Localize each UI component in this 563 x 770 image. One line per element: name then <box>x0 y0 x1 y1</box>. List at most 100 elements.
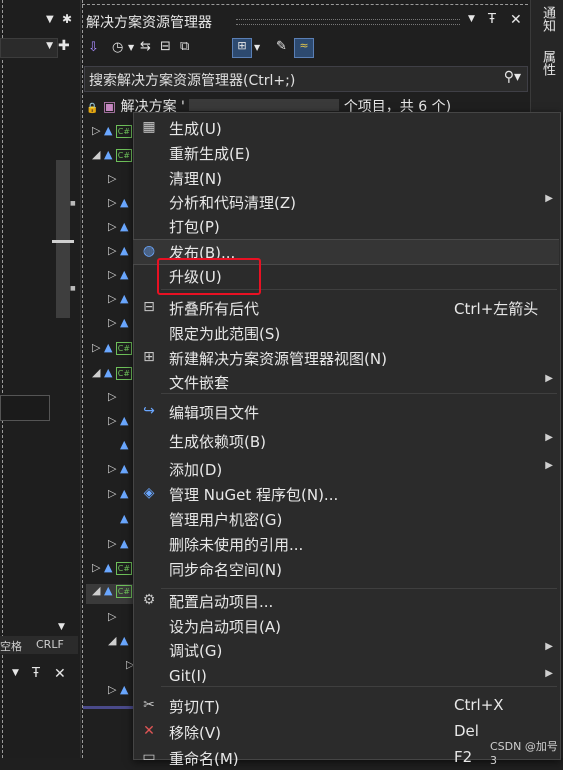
expand-icon[interactable]: ▷ <box>108 172 116 185</box>
scroll-down-icon[interactable]: ▼ <box>58 622 65 632</box>
close-icon[interactable]: ✕ <box>54 666 66 682</box>
expand-icon[interactable]: ▷ <box>108 390 116 403</box>
expand-icon[interactable]: ▷ <box>92 561 100 574</box>
gear-icon[interactable]: ✱ <box>62 12 72 26</box>
properties-wrench-icon[interactable]: ✎ <box>276 39 287 54</box>
menu-item[interactable]: 文件嵌套 ▶ <box>133 370 559 394</box>
line-ending-status[interactable]: CRLF <box>36 638 64 651</box>
menu-item[interactable]: 生成依赖项(B) ▶ <box>133 429 559 453</box>
pin-icon[interactable]: Ŧ <box>32 666 40 681</box>
expand-icon[interactable]: ▷ <box>108 610 116 623</box>
filter-icon[interactable]: ⊞ <box>232 38 252 58</box>
tree-row[interactable]: ▷ <box>108 610 116 623</box>
tree-row[interactable]: ▲ <box>120 512 128 525</box>
menu-item[interactable]: 分析和代码清理(Z) ▶ <box>133 190 559 214</box>
expand-icon[interactable]: ▷ <box>108 537 116 550</box>
collapse-icon[interactable]: ◢ <box>92 366 100 379</box>
tree-row[interactable]: ▷ ▲ C# <box>92 341 132 355</box>
tree-row[interactable]: ▷ ▲ <box>108 683 128 696</box>
menu-item[interactable]: 添加(D) ▶ <box>133 457 559 481</box>
switch-views-icon[interactable]: ⇩ <box>88 40 99 55</box>
menu-item[interactable]: ◈ 管理 NuGet 程序包(N)... <box>133 482 559 506</box>
tree-row[interactable]: ▷ <box>108 172 116 185</box>
split-icon[interactable]: ✚ <box>58 38 70 54</box>
menu-item[interactable]: 限定为此范围(S) <box>133 321 559 345</box>
collapse-icon[interactable]: ◢ <box>108 634 116 647</box>
expand-icon[interactable]: ▷ <box>92 124 100 137</box>
properties-tab[interactable]: 属性 <box>539 50 555 76</box>
tree-row[interactable]: ▷ ▲ <box>108 196 128 209</box>
lock-icon: ▲ <box>119 462 129 475</box>
collapse-icon[interactable]: ◢ <box>92 584 100 597</box>
left-combo-box[interactable]: ▼ <box>0 38 58 58</box>
menu-item[interactable]: 设为启动项目(A) <box>133 614 559 638</box>
expand-icon[interactable]: ▷ <box>108 292 116 305</box>
search-icon[interactable]: ⚲▾ <box>504 69 521 85</box>
dropdown-icon[interactable]: ▼ <box>46 14 54 25</box>
tree-row[interactable]: ▷ ▲ <box>108 316 128 329</box>
collapse-all-icon[interactable]: ⊟ <box>160 39 171 54</box>
window-menu-icon[interactable]: ▼ <box>468 14 475 24</box>
history-icon[interactable]: ◷ <box>112 40 123 55</box>
menu-item[interactable]: ↪ 编辑项目文件 <box>133 400 559 424</box>
tree-row[interactable]: ◢ ▲ C# <box>92 148 132 162</box>
left-input-box[interactable] <box>0 395 50 421</box>
preview-icon[interactable]: ≈ <box>294 38 314 58</box>
expand-icon[interactable]: ▷ <box>108 683 116 696</box>
expand-icon[interactable]: ▷ <box>108 244 116 257</box>
menu-item[interactable]: 删除未使用的引用... <box>133 532 559 556</box>
menu-item[interactable]: ⊟ 折叠所有后代 Ctrl+左箭头 <box>133 296 559 320</box>
pin-icon[interactable]: Ŧ <box>488 12 496 27</box>
tree-row[interactable]: ▷ <box>108 390 116 403</box>
menu-item[interactable]: 清理(N) <box>133 166 559 190</box>
menu-item[interactable]: 重新生成(E) <box>133 141 559 165</box>
menu-item[interactable]: 同步命名空间(N) <box>133 557 559 581</box>
menu-item[interactable]: 管理用户机密(G) <box>133 507 559 531</box>
collapse-icon[interactable]: ◢ <box>92 148 100 161</box>
menu-item[interactable]: ⊞ 新建解决方案资源管理器视图(N) <box>133 346 559 370</box>
tree-row[interactable]: ▷ ▲ C# <box>92 561 132 575</box>
solution-explorer-search[interactable]: 搜索解决方案资源管理器(Ctrl+;) ⚲▾ <box>84 66 528 92</box>
tree-row[interactable]: ▷ ▲ C# <box>92 124 132 138</box>
tree-row-selected[interactable]: ◢ ▲ C# <box>86 584 134 604</box>
tree-row[interactable]: ▲ <box>120 438 128 451</box>
expand-icon[interactable]: ▷ <box>108 462 116 475</box>
expand-icon[interactable]: ▷ <box>108 268 116 281</box>
menu-item[interactable]: ▦ 生成(U) <box>133 116 559 140</box>
close-icon[interactable]: ✕ <box>510 12 522 28</box>
cut-icon: ✂ <box>143 697 155 713</box>
expand-icon[interactable]: ▷ <box>92 341 100 354</box>
menu-item[interactable]: 调试(G) ▶ <box>133 638 559 662</box>
chevron-down-icon[interactable]: ▼ <box>254 43 260 52</box>
left-scrollbar[interactable] <box>56 160 70 318</box>
expand-icon[interactable]: ▷ <box>108 487 116 500</box>
tree-row[interactable]: ▷ ▲ <box>108 244 128 257</box>
tree-row[interactable]: ▷ ▲ <box>108 268 128 281</box>
menu-item[interactable]: ✂ 剪切(T) Ctrl+X <box>133 694 559 718</box>
tree-row[interactable]: ◢ ▲ C# <box>92 366 132 380</box>
menu-item-label: 添加(D) <box>169 461 223 479</box>
title-grip[interactable] <box>236 19 460 25</box>
tree-row[interactable]: ▷ ▲ <box>108 487 128 500</box>
search-input[interactable]: 搜索解决方案资源管理器(Ctrl+;) <box>89 70 295 90</box>
expand-icon[interactable]: ▷ <box>108 220 116 233</box>
expand-icon[interactable]: ▷ <box>108 196 116 209</box>
notifications-tab[interactable]: 通知 <box>539 6 555 32</box>
expand-icon[interactable]: ▷ <box>108 414 116 427</box>
show-all-files-icon[interactable]: ⧉ <box>180 39 189 54</box>
tree-row[interactable]: ▷ ▲ <box>108 462 128 475</box>
tree-row[interactable]: ▷ ▲ <box>108 292 128 305</box>
tree-row[interactable]: ▷ ▲ <box>108 414 128 427</box>
sync-icon[interactable]: ⇆ <box>140 39 151 54</box>
dropdown-icon[interactable]: ▼ <box>12 668 19 678</box>
expand-icon[interactable]: ▷ <box>108 316 116 329</box>
chevron-down-icon[interactable]: ▼ <box>128 43 134 52</box>
scroll-dot: ■ <box>70 200 76 207</box>
menu-item[interactable]: ⚙ 配置启动项目... <box>133 589 559 613</box>
tree-row[interactable]: ▷ ▲ <box>108 537 128 550</box>
indent-status[interactable]: 空格 <box>0 638 22 654</box>
menu-item[interactable]: 打包(P) <box>133 214 559 238</box>
tree-row[interactable]: ▷ ▲ <box>108 220 128 233</box>
horizontal-scroll-thumb[interactable] <box>83 706 133 709</box>
tree-row[interactable]: ◢ ▲ <box>108 634 128 647</box>
